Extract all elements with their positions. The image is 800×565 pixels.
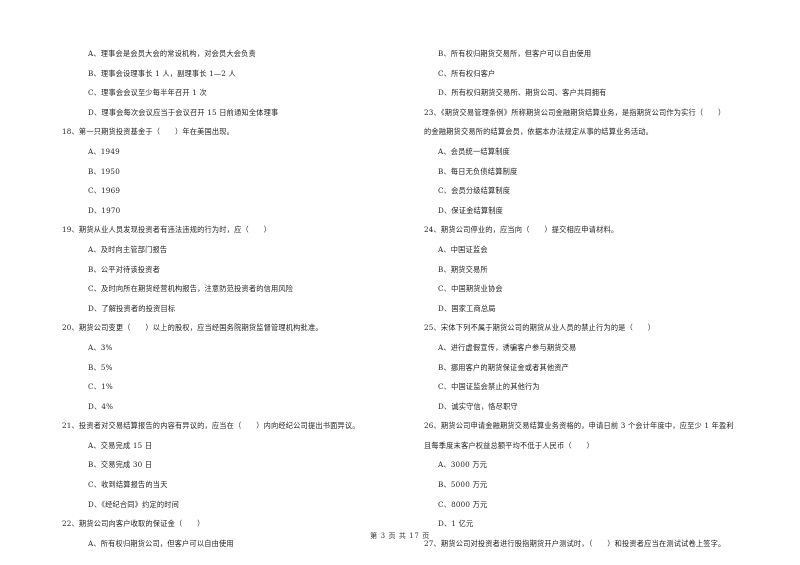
answer-option: A、交易完成 15 日 (88, 440, 153, 450)
answer-option: D、保证金结算制度 (438, 205, 504, 215)
answer-option: B、1950 (88, 166, 120, 176)
answer-option: A、3% (88, 342, 113, 352)
answer-option: D、1970 (88, 205, 121, 215)
answer-option: C、中国证监会禁止的其他行为 (438, 382, 540, 392)
answer-option: C、收到结算报告的当天 (88, 480, 168, 490)
answer-option: C、会员分级结算制度 (438, 186, 511, 196)
answer-option: A、进行虚假宣传，诱骗客户参与期货交易 (438, 342, 577, 352)
answer-option: A、3000 万元 (438, 460, 488, 470)
answer-option: B、期货交易所 (438, 264, 488, 274)
answer-option: C、所有权归客户 (438, 68, 496, 78)
answer-option: B、交易完成 30 日 (88, 460, 153, 470)
answer-option: C、8000 万元 (438, 499, 488, 509)
question-text: 18、第一只期货投资基金于（ ）年在美国出现。 (62, 127, 235, 137)
answer-option: B、公平对待该投资者 (88, 264, 160, 274)
answer-option: C、中国期货业协会 (438, 284, 503, 294)
page-number: 第 3 页 共 17 页 (370, 532, 430, 540)
answer-option: D、了解投资者的投资目标 (88, 303, 176, 313)
answer-option: A、会员统一结算制度 (438, 146, 510, 156)
question-text: 23、《期货交易管理条例》所称期货公司金融期货结算业务，是指期货公司作为实行（ … (424, 107, 726, 117)
answer-option: D、理事会每次会议应当于会议召开 15 日前通知全体理事 (88, 107, 279, 117)
question-text: 20、期货公司变更（ ）以上的股权，应当经国务院期货监督管理机构批准。 (62, 323, 323, 333)
answer-option: A、理事会是会员大会的常设机构，对会员大会负责 (88, 49, 256, 58)
answer-option: B、理事会设理事长 1 人，副理事长 1—2 人 (88, 68, 236, 78)
answer-option: B、5000 万元 (438, 480, 488, 490)
right-column: B、所有权归期货交易所，但客户可以自由使用 C、所有权归客户 D、所有权归期货交易所… (424, 44, 774, 553)
answer-option: B、所有权归期货交易所，但客户可以自由使用 (438, 49, 592, 58)
answer-option: A、1949 (88, 146, 120, 156)
answer-option: A、及时向主管部门报告 (88, 244, 168, 254)
answer-option: A、中国证监会 (438, 244, 488, 254)
answer-option: D、4% (88, 401, 114, 411)
answer-option: B、每日无负债结算制度 (438, 166, 518, 176)
answer-option: D、国家工商总局 (438, 303, 496, 313)
question-text: 19、期货从业人员发现投资者有违法违规的行为时，应（ ） (62, 225, 272, 235)
question-text: 26、期货公司申请金融期货交易结算业务资格的，申请日前 3 个会计年度中，应至少… (424, 421, 734, 431)
answer-option: C、1% (88, 382, 113, 392)
question-text: 的金融期货交易所的结算会员，依据本办法规定从事的结算业务活动。 (424, 127, 654, 137)
answer-option: B、挪用客户的期货保证金或者其他资产 (438, 362, 570, 372)
question-text: 21、投资者对交易结算报告的内容有异议的，应当在（ ）内向经纪公司提出书面异议。 (62, 421, 360, 431)
question-text: 且每季度末客户权益总额平均不低于人民币（ ） (424, 440, 594, 450)
question-text: 25、宋体下列不属于期货公司的期货从业人员的禁止行为的是（ ） (424, 323, 656, 333)
page-footer: 第 3 页 共 17 页 (0, 531, 800, 541)
answer-option: D、所有权归期货交易所、期货公司、客户共同拥有 (438, 88, 607, 98)
answer-option: D、《经纪合同》约定的时间 (88, 499, 180, 509)
answer-option: B、5% (88, 362, 113, 372)
answer-option: D、诚实守信，恪尽职守 (438, 401, 518, 411)
left-column: A、理事会是会员大会的常设机构，对会员大会负责 B、理事会设理事长 1 人，副理事… (62, 44, 402, 553)
question-text: 24、期货公司停业的，应当向（ ）提交相应申请材料。 (424, 225, 619, 235)
answer-option: C、及时向所在期货经营机构报告，注意防范投资者的信用风险 (88, 284, 294, 294)
answer-option: C、1969 (88, 186, 121, 196)
answer-option: C、理事会会议至少每半年召开 1 次 (88, 88, 207, 98)
